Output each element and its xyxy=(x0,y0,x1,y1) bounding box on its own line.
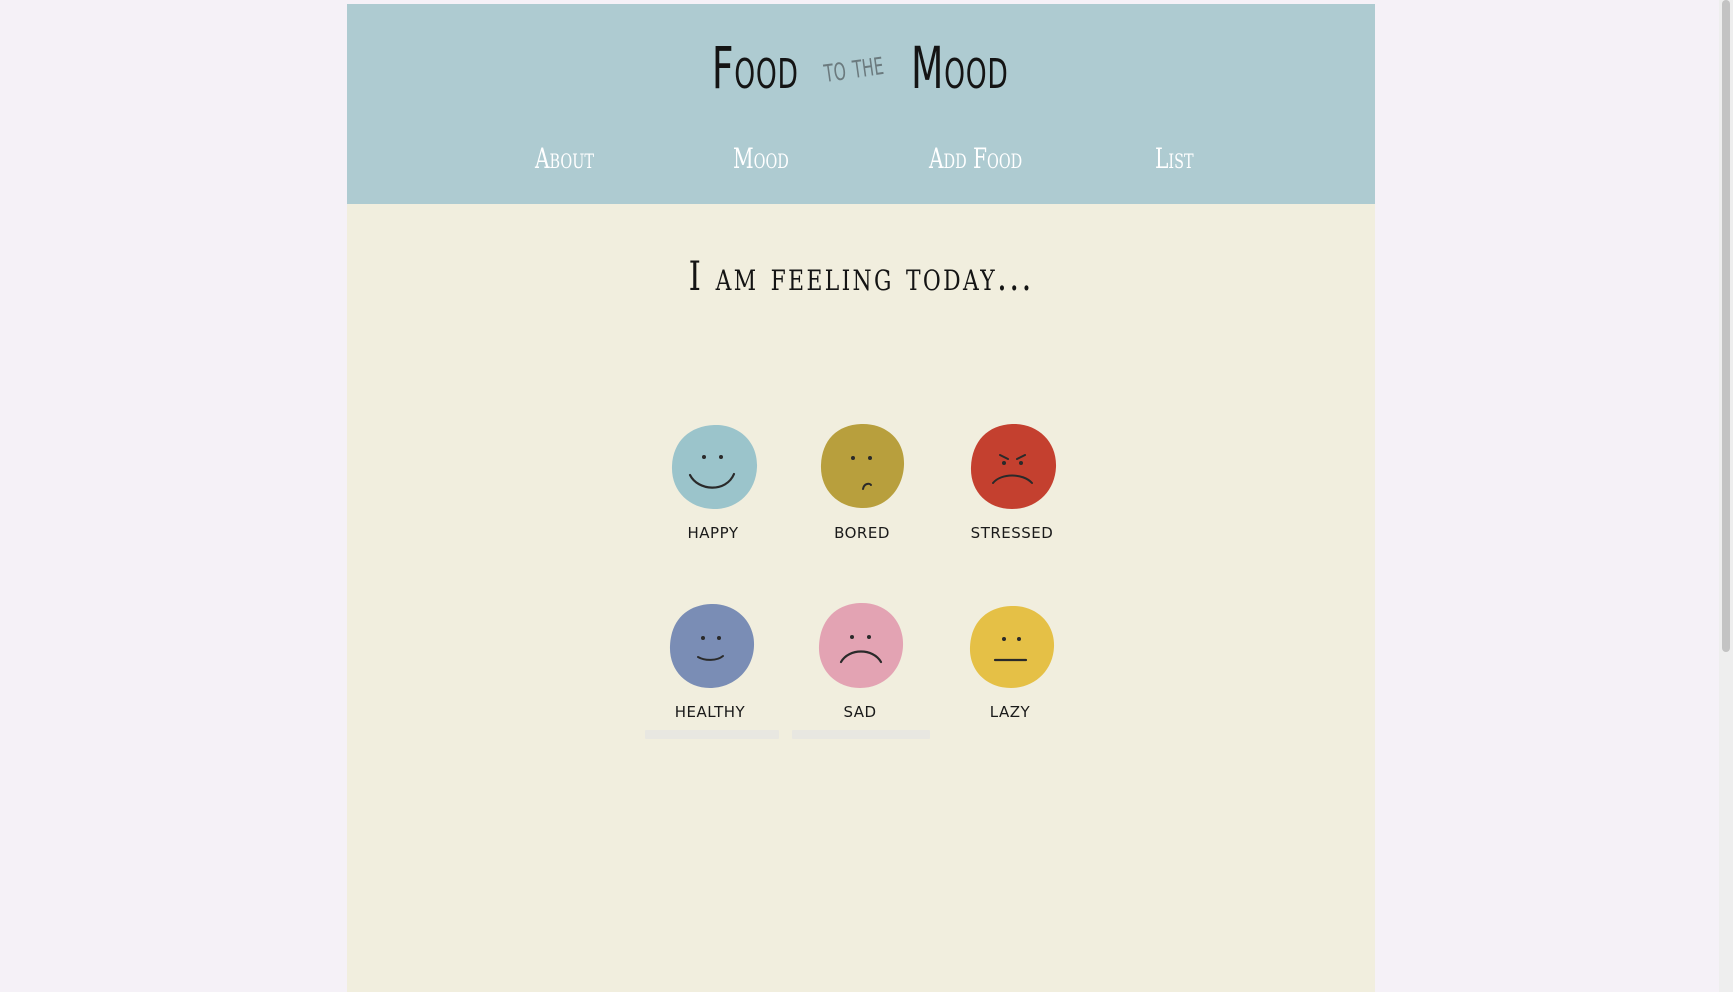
mood-bored[interactable]: bored xyxy=(792,421,932,571)
site-logo[interactable]: Food to the Mood xyxy=(347,34,1375,102)
page-title: I am feeling today... xyxy=(688,254,1034,300)
mood-healthy[interactable]: healthy xyxy=(640,600,780,750)
stressed-face-icon xyxy=(970,423,1057,509)
logo-word-mood: Mood xyxy=(910,34,1009,102)
mood-stressed[interactable]: stressed xyxy=(942,421,1082,571)
nav-about[interactable]: About xyxy=(535,142,594,175)
happy-face-icon xyxy=(671,424,758,510)
nav-mood[interactable]: Mood xyxy=(733,142,789,175)
mood-label: bored xyxy=(834,524,890,542)
nav-list[interactable]: List xyxy=(1155,142,1194,175)
sad-face-icon xyxy=(818,602,904,688)
mood-happy[interactable]: happy xyxy=(643,421,783,571)
bored-face-icon xyxy=(820,423,905,509)
lazy-face-icon xyxy=(969,605,1055,688)
header: Food to the Mood About Mood Add Food Lis… xyxy=(347,4,1375,204)
mood-lazy[interactable]: lazy xyxy=(940,600,1080,750)
mood-label: lazy xyxy=(989,703,1031,721)
logo-word-food: Food xyxy=(711,34,799,102)
mood-label: sad xyxy=(843,703,877,721)
scrollbar[interactable] xyxy=(1719,0,1733,992)
divider-bar xyxy=(645,730,779,739)
nav-add-food[interactable]: Add Food xyxy=(929,142,1022,175)
page-container: Food to the Mood About Mood Add Food Lis… xyxy=(347,4,1375,992)
scrollbar-thumb[interactable] xyxy=(1722,0,1730,652)
divider-bar xyxy=(792,730,930,739)
mood-sad[interactable]: sad xyxy=(790,600,930,750)
mood-label: stressed xyxy=(970,524,1054,542)
mood-label: happy xyxy=(687,524,739,542)
main-nav: About Mood Add Food List xyxy=(347,142,1375,184)
mood-label: healthy xyxy=(674,703,746,721)
healthy-face-icon xyxy=(669,603,755,688)
logo-word-to-the: to the xyxy=(821,43,886,91)
